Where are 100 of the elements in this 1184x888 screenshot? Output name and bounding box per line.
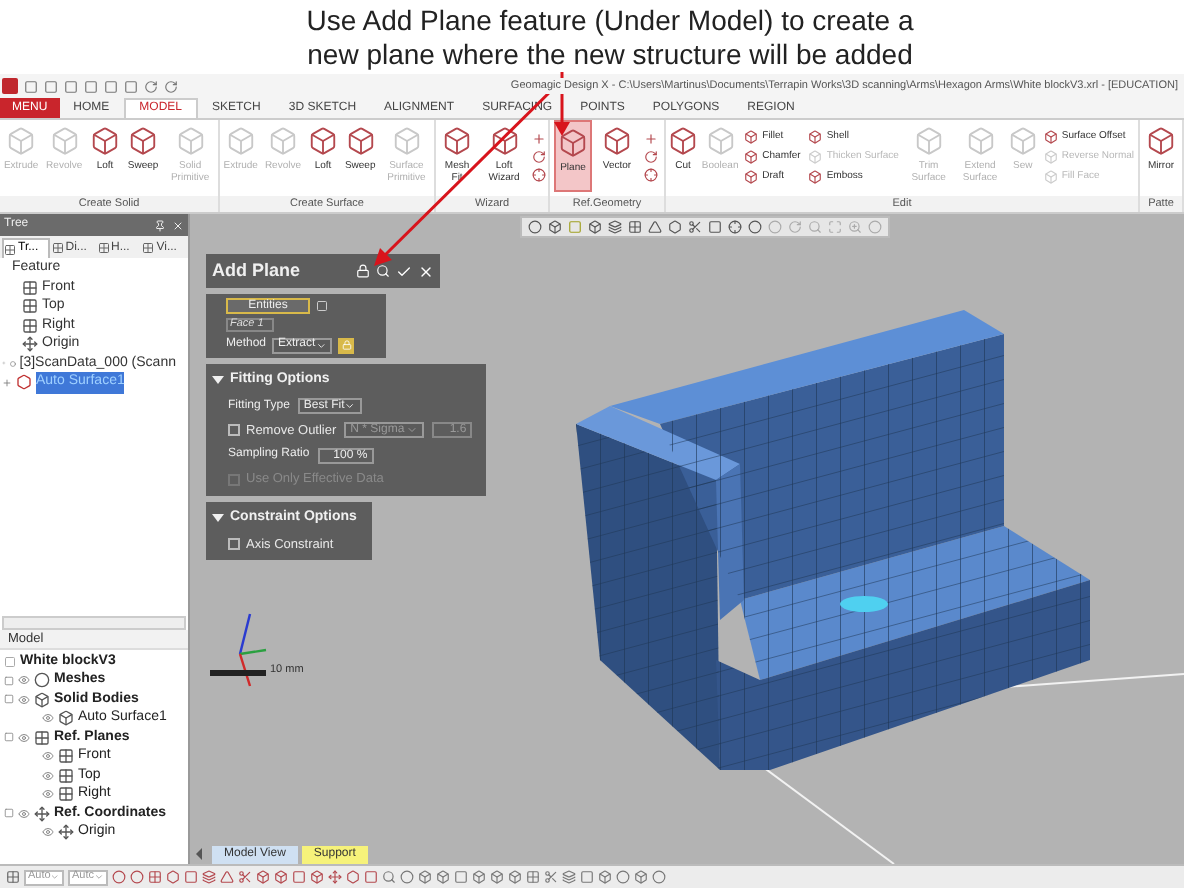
- toolbar-icon[interactable]: [648, 220, 662, 234]
- cube-icon: [668, 126, 698, 156]
- toolbar-icon[interactable]: [608, 220, 622, 234]
- toolbar-icon[interactable]: [728, 220, 742, 234]
- options-icon[interactable]: [316, 300, 328, 312]
- toolbar-icon[interactable]: [708, 220, 722, 234]
- cube-icon: [307, 126, 338, 156]
- visibility-icon[interactable]: [18, 693, 30, 706]
- lock-button[interactable]: [338, 337, 355, 353]
- toolbar-icon[interactable]: [528, 220, 542, 234]
- pin-icon[interactable]: [154, 219, 166, 231]
- search-icon[interactable]: [376, 264, 390, 278]
- visibility-icon[interactable]: [18, 807, 30, 820]
- toolbar-icon[interactable]: [220, 870, 234, 884]
- visibility-icon[interactable]: [42, 750, 54, 763]
- toolbar-icon[interactable]: [634, 870, 648, 884]
- cube-icon: [965, 126, 996, 156]
- tab-icon: [142, 242, 155, 254]
- cube-icon: [744, 169, 759, 183]
- close-icon[interactable]: [172, 219, 184, 231]
- toolbar-icon[interactable]: [164, 79, 178, 93]
- cube-icon: [34, 691, 50, 708]
- checkbox[interactable]: [228, 538, 240, 551]
- toolbar-icon[interactable]: [310, 870, 324, 884]
- toolbar-icon[interactable]: [688, 220, 702, 234]
- expander-icon[interactable]: [4, 808, 14, 819]
- axes-icon: [58, 824, 74, 841]
- crosshair-icon[interactable]: [532, 167, 546, 181]
- toolbar-icon[interactable]: [588, 220, 602, 234]
- toolbar-icon[interactable]: [400, 870, 414, 884]
- toolbar-icon[interactable]: [144, 79, 158, 93]
- toolbar-icon[interactable]: [202, 870, 216, 884]
- toolbar-icon[interactable]: [562, 870, 576, 884]
- toolbar-icon[interactable]: [148, 870, 162, 884]
- toolbar-icon[interactable]: [364, 870, 378, 884]
- toolbar-icon[interactable]: [436, 870, 450, 884]
- crosshair-icon[interactable]: [644, 167, 658, 181]
- visibility-icon[interactable]: [42, 712, 54, 725]
- toolbar-icon[interactable]: [292, 870, 306, 884]
- plus-icon[interactable]: [644, 131, 658, 145]
- axes-icon: [22, 336, 38, 353]
- toolbar-icon[interactable]: [580, 870, 594, 884]
- collapse-icon[interactable]: [212, 376, 224, 385]
- visibility-icon[interactable]: [42, 788, 54, 801]
- toolbar-icon[interactable]: [274, 870, 288, 884]
- toolbar-icon[interactable]: [184, 870, 198, 884]
- visibility-icon[interactable]: [18, 674, 30, 687]
- surface-icon: [16, 374, 32, 391]
- toolbar-icon[interactable]: [472, 870, 486, 884]
- cube-icon: [1007, 126, 1038, 156]
- toolbar-icon[interactable]: [598, 870, 612, 884]
- toolbar-icon[interactable]: [328, 870, 342, 884]
- toolbar-icon[interactable]: [628, 220, 642, 234]
- toolbar-icon[interactable]: [382, 870, 396, 884]
- visibility-icon[interactable]: [42, 769, 54, 782]
- rotate-icon[interactable]: [532, 149, 546, 163]
- axis-triad-icon: [238, 613, 267, 687]
- scroll-bar[interactable]: [2, 616, 186, 630]
- tab-icon: [51, 242, 64, 254]
- visibility-icon[interactable]: [42, 826, 54, 839]
- collapse-icon[interactable]: [212, 514, 224, 523]
- toolbar-icon[interactable]: [238, 870, 252, 884]
- caret-icon: [315, 339, 327, 351]
- toolbar-icon[interactable]: [544, 870, 558, 884]
- toolbar-icon[interactable]: [616, 870, 630, 884]
- cube-icon: [558, 128, 588, 158]
- toolbar-icon[interactable]: [668, 220, 682, 234]
- expander-icon[interactable]: [2, 377, 12, 388]
- toolbar-icon[interactable]: [6, 870, 20, 884]
- cube-icon: [175, 126, 206, 156]
- caret-icon: [50, 872, 60, 882]
- checkbox[interactable]: [228, 424, 240, 437]
- caption-text: Use Add Plane feature (Under Model) to create a: [306, 3, 914, 37]
- toolbar-icon[interactable]: [346, 870, 360, 884]
- cube-icon: [808, 129, 823, 143]
- cube-icon: [1146, 126, 1176, 156]
- cube-icon: [705, 126, 736, 156]
- dialog-title: Add Plane: [212, 257, 301, 284]
- toolbar-icon[interactable]: [526, 870, 540, 884]
- lock-icon[interactable]: [356, 264, 370, 278]
- toolbar-icon[interactable]: [508, 870, 522, 884]
- toolbar-icon[interactable]: [256, 870, 270, 884]
- rotate-icon[interactable]: [644, 149, 658, 163]
- toolbar-icon[interactable]: [490, 870, 504, 884]
- toolbar-icon[interactable]: [454, 870, 468, 884]
- toolbar-icon[interactable]: [418, 870, 432, 884]
- cube-icon: [1043, 149, 1058, 163]
- plus-icon[interactable]: [532, 131, 546, 145]
- visibility-icon[interactable]: [4, 655, 16, 668]
- cube-icon: [58, 710, 74, 727]
- toolbar-icon[interactable]: [548, 220, 562, 234]
- visibility-icon[interactable]: [18, 731, 30, 744]
- toolbar-icon[interactable]: [166, 870, 180, 884]
- cube-icon: [808, 169, 823, 183]
- expander-icon[interactable]: [4, 732, 14, 743]
- cube-icon: [267, 126, 298, 156]
- toolbar-icon[interactable]: [652, 870, 666, 884]
- axes-icon: [34, 805, 50, 822]
- caption-text: new plane where the new structure will be added: [307, 37, 913, 71]
- check-icon[interactable]: [396, 263, 412, 279]
